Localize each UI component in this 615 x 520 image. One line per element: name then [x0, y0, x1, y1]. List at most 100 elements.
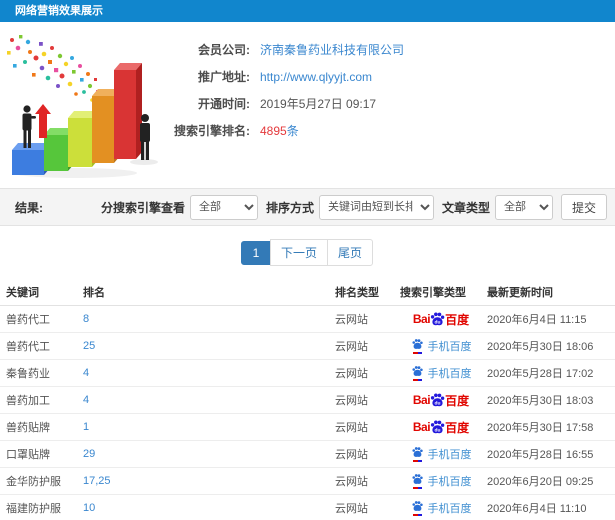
baidu-bai-text: Bai [412, 420, 431, 434]
keyword-cell: 秦鲁药业 [6, 368, 50, 380]
article-type-label: 文章类型 [441, 200, 490, 215]
keyword-cell: 福建防护服 [6, 503, 61, 515]
svg-text:du: du [435, 400, 441, 406]
keyword-cell: 兽药代工 [6, 314, 50, 326]
page-title: 网络营销效果展示 [0, 0, 615, 22]
results-table: 关键词 排名 排名类型 搜索引擎类型 最新更新时间 兽药代工 8 云网站 Bai… [0, 278, 615, 520]
mobile-baidu-text: 手机百度 [427, 341, 472, 353]
engine-cell: Bai du 百度 [397, 419, 485, 436]
rank-type-cell: 云网站 [335, 503, 368, 515]
sort-filter-label: 排序方式 [265, 200, 314, 215]
table-row: 兽药代工 25 云网站 手机百度 2020年5月30日 18:06 [0, 333, 615, 360]
engine-cell: Bai du 百度 [397, 311, 485, 328]
open-time-label: 开通时间: [198, 97, 250, 111]
baidu-cn-text: 百度 [445, 312, 470, 327]
rank-count-number: 4895 [260, 124, 287, 138]
header-rank: 排名 [83, 286, 105, 299]
updated-cell: 2020年5月30日 17:58 [487, 422, 594, 434]
table-row: 福建防护服 10 云网站 手机百度 2020年6月4日 11:10 [0, 495, 615, 520]
bar-red [114, 63, 142, 159]
rank-link[interactable]: 17,25 [83, 475, 335, 487]
table-row: 秦鲁药业 4 云网站 手机百度 2020年5月28日 17:02 [0, 360, 615, 387]
updated-cell: 2020年5月28日 17:02 [487, 368, 594, 380]
rank-link[interactable]: 25 [83, 340, 335, 352]
company-link[interactable]: 济南秦鲁药业科技有限公司 [260, 41, 404, 58]
rank-type-cell: 云网站 [335, 341, 368, 353]
pagination: 1 下一页 尾页 [0, 226, 615, 278]
rank-type-cell: 云网站 [335, 368, 368, 380]
rank-type-cell: 云网站 [335, 449, 368, 461]
updated-cell: 2020年5月28日 16:55 [487, 449, 594, 461]
rank-count-label: 搜索引擎排名: [174, 124, 250, 138]
baidu-mobile-logo: 手机百度 [411, 446, 472, 462]
table-header-row: 关键词 排名 排名类型 搜索引擎类型 最新更新时间 [0, 278, 615, 306]
updated-cell: 2020年6月4日 11:10 [487, 503, 587, 515]
rank-type-cell: 云网站 [335, 422, 368, 434]
table-row: 兽药加工 4 云网站 Bai du 百度 2020年5月30日 18:03 [0, 387, 615, 414]
result-label: 结果: [15, 200, 43, 215]
engine-filter-select[interactable]: 全部 [189, 194, 258, 220]
baidu-paw-icon: du [430, 392, 445, 406]
page-1-button[interactable]: 1 [240, 241, 271, 265]
rank-type-cell: 云网站 [335, 314, 368, 326]
promo-url-link[interactable]: http://www.qlyyjt.com [260, 70, 372, 84]
mobile-paw-icon [411, 338, 424, 354]
mobile-paw-icon [411, 473, 424, 489]
svg-text:du: du [435, 319, 441, 325]
submit-button[interactable]: 提交 [560, 194, 607, 220]
sort-filter-select[interactable]: 关键词由短到长排序 [318, 194, 434, 220]
baidu-mobile-logo: 手机百度 [411, 500, 472, 516]
mobile-baidu-text: 手机百度 [427, 503, 472, 515]
engine-cell: 手机百度 [397, 338, 485, 354]
engine-cell: 手机百度 [397, 365, 485, 381]
engine-cell: 手机百度 [397, 500, 485, 516]
keyword-cell: 兽药加工 [6, 395, 50, 407]
header-updated: 最新更新时间 [487, 286, 553, 299]
next-page-button[interactable]: 下一页 [269, 239, 328, 266]
baidu-paw-icon: du [430, 419, 445, 433]
rank-link[interactable]: 4 [83, 394, 335, 406]
mobile-paw-icon [411, 446, 424, 462]
mobile-paw-icon [411, 500, 424, 516]
table-row: 兽药贴牌 1 云网站 Bai du 百度 2020年5月30日 17:58 [0, 414, 615, 441]
keyword-cell: 兽药贴牌 [6, 422, 50, 434]
engine-cell: 手机百度 [397, 473, 485, 489]
baidu-mobile-logo: 手机百度 [411, 473, 472, 489]
baidu-bai-text: Bai [412, 393, 431, 407]
rank-link[interactable]: 29 [83, 448, 335, 460]
growth-chart-graphic [7, 35, 158, 178]
rank-type-cell: 云网站 [335, 395, 368, 407]
keyword-cell: 金华防护服 [6, 476, 61, 488]
company-label: 会员公司: [198, 43, 250, 57]
engine-cell: 手机百度 [397, 446, 485, 462]
rank-link[interactable]: 1 [83, 421, 335, 433]
baidu-cn-text: 百度 [445, 420, 470, 435]
table-body: 兽药代工 8 云网站 Bai du 百度 2020年6月4日 11:15 兽药代… [0, 306, 615, 520]
mobile-paw-icon [411, 365, 424, 381]
businessman-left [22, 105, 36, 148]
baidu-paw-icon: du [430, 311, 445, 325]
mobile-baidu-text: 手机百度 [427, 449, 472, 461]
svg-text:du: du [435, 427, 441, 433]
header-engine-type: 搜索引擎类型 [400, 286, 466, 299]
baidu-pc-logo: Bai du 百度 [413, 392, 469, 409]
rank-link[interactable]: 10 [83, 502, 335, 514]
updated-cell: 2020年5月30日 18:06 [487, 341, 594, 353]
open-time-value: 2019年5月27日 09:17 [260, 97, 377, 111]
confetti [7, 35, 104, 102]
info-row-opened: 开通时间: 2019年5月27日 09:17 [170, 90, 404, 117]
rank-link[interactable]: 8 [83, 313, 335, 325]
baidu-mobile-logo: 手机百度 [411, 338, 472, 354]
last-page-button[interactable]: 尾页 [327, 239, 374, 266]
engine-cell: Bai du 百度 [397, 392, 485, 409]
mobile-baidu-text: 手机百度 [427, 476, 472, 488]
filter-panel: 结果: 分搜索引擎查看 全部 排序方式 关键词由短到长排序 文章类型 全部 提交 [0, 188, 615, 226]
rank-link[interactable]: 4 [83, 367, 335, 379]
baidu-bai-text: Bai [412, 312, 431, 326]
baidu-pc-logo: Bai du 百度 [413, 311, 469, 328]
updated-cell: 2020年6月20日 09:25 [487, 476, 594, 488]
engine-filter-label: 分搜索引擎查看 [100, 200, 185, 215]
article-type-select[interactable]: 全部 [494, 194, 553, 220]
table-row: 兽药代工 8 云网站 Bai du 百度 2020年6月4日 11:15 [0, 306, 615, 333]
info-row-url: 推广地址: http://www.qlyyjt.com [170, 63, 404, 90]
